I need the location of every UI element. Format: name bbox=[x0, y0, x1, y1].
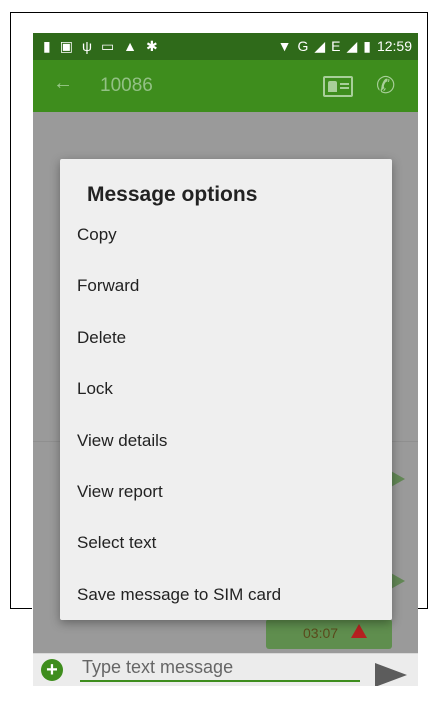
frame-border-bottom-left bbox=[10, 608, 32, 609]
option-save-to-sim[interactable]: Save message to SIM card bbox=[60, 569, 392, 620]
network-type-label-2: E bbox=[331, 38, 341, 54]
phone-call-icon[interactable]: ✆ bbox=[376, 72, 395, 99]
notification-icon: ▮ bbox=[43, 38, 51, 54]
message-input[interactable] bbox=[80, 654, 360, 682]
option-select-text[interactable]: Select text bbox=[60, 517, 392, 568]
contact-card-icon[interactable] bbox=[323, 76, 353, 97]
option-lock[interactable]: Lock bbox=[60, 363, 392, 414]
phone-screen: ▮ ▣ ψ ▭ ▲ ✱ ▼ G ◢ E ◢ ▮ 12:59 ← 10086 ✆ bbox=[33, 33, 418, 686]
wifi-icon: ▼ bbox=[277, 38, 292, 54]
option-view-report[interactable]: View report bbox=[60, 466, 392, 517]
dialog-options-list: Copy Forward Delete Lock View details Vi… bbox=[60, 209, 392, 620]
status-bar: ▮ ▣ ψ ▭ ▲ ✱ ▼ G ◢ E ◢ ▮ 12:59 bbox=[33, 33, 418, 60]
network-type-label: G bbox=[297, 38, 309, 54]
frame-border-right bbox=[427, 12, 428, 609]
back-arrow-icon[interactable]: ← bbox=[53, 72, 73, 95]
frame-border-top bbox=[11, 12, 428, 13]
warning-icon: ▲ bbox=[123, 38, 138, 54]
error-icon bbox=[351, 624, 367, 638]
frame-border-left bbox=[10, 12, 11, 609]
add-attachment-icon[interactable]: + bbox=[41, 659, 63, 681]
usb-icon: ψ bbox=[81, 38, 92, 54]
message-time: 03:07 bbox=[303, 625, 339, 641]
battery-saver-icon: ▭ bbox=[100, 38, 115, 54]
option-view-details[interactable]: View details bbox=[60, 415, 392, 466]
app-bar: ← 10086 ✆ bbox=[33, 60, 418, 112]
page: ▮ ▣ ψ ▭ ▲ ✱ ▼ G ◢ E ◢ ▮ 12:59 ← 10086 ✆ bbox=[0, 0, 439, 713]
battery-icon: ▮ bbox=[363, 38, 371, 54]
android-debug-icon: ✱ bbox=[146, 38, 158, 54]
signal-icon-2: ◢ bbox=[346, 38, 358, 54]
status-icons-right: ▼ G ◢ E ◢ ▮ 12:59 bbox=[278, 37, 412, 55]
signal-icon: ◢ bbox=[314, 38, 326, 54]
send-icon[interactable] bbox=[375, 663, 407, 686]
clock: 12:59 bbox=[376, 38, 412, 54]
image-icon: ▣ bbox=[59, 38, 73, 54]
composer-bar: + bbox=[33, 653, 418, 686]
option-delete[interactable]: Delete bbox=[60, 312, 392, 363]
dialog-title: Message options bbox=[87, 183, 258, 206]
contact-number: 10086 bbox=[100, 75, 153, 96]
option-forward[interactable]: Forward bbox=[60, 260, 392, 311]
option-copy[interactable]: Copy bbox=[60, 209, 392, 260]
status-icons-left: ▮ ▣ ψ ▭ ▲ ✱ bbox=[43, 37, 158, 55]
message-options-dialog: Message options Copy Forward Delete Lock… bbox=[60, 159, 392, 620]
